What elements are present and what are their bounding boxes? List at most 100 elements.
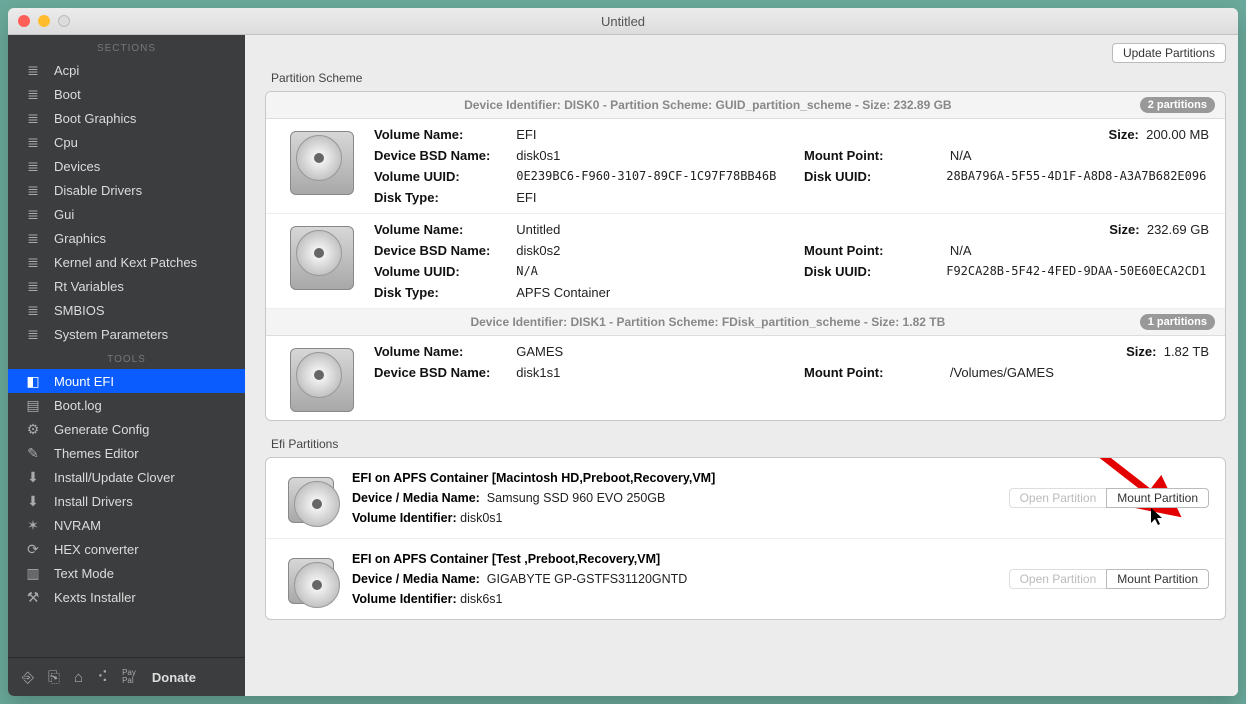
sidebar-item-nvram[interactable]: ✶NVRAM bbox=[8, 513, 245, 537]
sidebar-item-label: Boot Graphics bbox=[54, 111, 136, 126]
sidebar-item-label: Disable Drivers bbox=[54, 183, 142, 198]
sidebar-item-generate-config[interactable]: ⚙ Generate Config bbox=[8, 417, 245, 441]
list-icon: ⚙ bbox=[24, 421, 42, 438]
volume-row: Volume Name: Untitled Size: 232.69 GB De… bbox=[266, 214, 1225, 309]
sidebar-header-tools: TOOLS bbox=[8, 346, 245, 369]
sidebar-item-devices[interactable]: ≣Devices bbox=[8, 154, 245, 178]
sidebar-item-rt-variables[interactable]: ≣ Rt Variables bbox=[8, 274, 245, 298]
sidebar-item-gui[interactable]: ≣ Gui bbox=[8, 202, 245, 226]
sidebar-item-graphics[interactable]: ≣ Graphics bbox=[8, 226, 245, 250]
sidebar-item-label: Rt Variables bbox=[54, 279, 124, 294]
disk-header: Device Identifier: DISK0 - Partition Sch… bbox=[266, 92, 1225, 119]
open-partition-button[interactable]: Open Partition bbox=[1009, 488, 1107, 508]
hard-drive-icon bbox=[290, 348, 354, 412]
window-title: Untitled bbox=[8, 14, 1238, 29]
mount-partition-button[interactable]: Mount Partition bbox=[1106, 569, 1209, 589]
list-icon: ✎ bbox=[24, 445, 42, 462]
sidebar-item-label: Cpu bbox=[54, 135, 78, 150]
sidebar-footer: ⎆ ⎘ ⌂ ⠪ PayPal Donate bbox=[8, 657, 245, 696]
sidebar-item-label: Text Mode bbox=[54, 566, 114, 581]
sidebar-item-label: HEX converter bbox=[54, 542, 139, 557]
save-icon[interactable]: ⎘ bbox=[48, 669, 60, 686]
list-icon: ≣ bbox=[24, 230, 42, 247]
sidebar-item-kernel-and-kext-patches[interactable]: ≣ Kernel and Kext Patches bbox=[8, 250, 245, 274]
sidebar-item-install-drivers[interactable]: ⬇ Install Drivers bbox=[8, 489, 245, 513]
list-icon: ≣ bbox=[24, 62, 42, 79]
volume-row: Volume Name: GAMES Size: 1.82 TB Device … bbox=[266, 336, 1225, 420]
volume-row: Volume Name: EFI Size: 200.00 MB Device … bbox=[266, 119, 1225, 214]
partition-scheme-panel: Device Identifier: DISK0 - Partition Sch… bbox=[265, 91, 1226, 421]
logout-icon[interactable]: ⎆ bbox=[22, 669, 34, 686]
sidebar-item-label: Themes Editor bbox=[54, 446, 139, 461]
disk-header-text: Device Identifier: DISK1 - Partition Sch… bbox=[276, 315, 1140, 329]
donate-link[interactable]: Donate bbox=[152, 670, 196, 685]
sidebar-item-boot-log[interactable]: ▤ Boot.log bbox=[8, 393, 245, 417]
sidebar-item-label: Generate Config bbox=[54, 422, 149, 437]
list-icon: ◧ bbox=[24, 373, 42, 390]
disk-header: Device Identifier: DISK1 - Partition Sch… bbox=[266, 309, 1225, 336]
hard-drive-icon bbox=[290, 131, 354, 195]
sidebar-item-boot-graphics[interactable]: ≣ Boot Graphics bbox=[8, 106, 245, 130]
list-icon: ≣ bbox=[24, 182, 42, 199]
list-icon: ⬇ bbox=[24, 469, 42, 486]
efi-info: EFI on APFS Container [Macintosh HD,Preb… bbox=[352, 468, 991, 528]
hard-drive-icon bbox=[288, 477, 334, 523]
app-window: Untitled SECTIONS ≣Acpi≣Boot≣Boot Graphi… bbox=[8, 8, 1238, 696]
list-icon: ≣ bbox=[24, 86, 42, 103]
titlebar[interactable]: Untitled bbox=[8, 8, 1238, 35]
sidebar-item-kexts-installer[interactable]: ⚒Kexts Installer bbox=[8, 585, 245, 609]
sidebar-item-cpu[interactable]: ≣ Cpu bbox=[8, 130, 245, 154]
sidebar-item-label: Boot.log bbox=[54, 398, 102, 413]
list-icon: ▥ bbox=[24, 565, 42, 582]
sidebar-item-acpi[interactable]: ≣ Acpi bbox=[8, 58, 245, 82]
list-icon: ▤ bbox=[24, 397, 42, 414]
list-icon: ≣ bbox=[24, 302, 42, 319]
sidebar-item-disable-drivers[interactable]: ≣ Disable Drivers bbox=[8, 178, 245, 202]
sidebar-item-label: Install/Update Clover bbox=[54, 470, 175, 485]
sidebar-item-boot[interactable]: ≣ Boot bbox=[8, 82, 245, 106]
home-icon[interactable]: ⌂ bbox=[74, 669, 83, 686]
hard-drive-icon bbox=[290, 226, 354, 290]
hard-drive-icon bbox=[288, 558, 334, 604]
sidebar-item-smbios[interactable]: ≣ SMBIOS bbox=[8, 298, 245, 322]
sidebar-item-label: NVRAM bbox=[54, 518, 101, 533]
sidebar-item-hex-converter[interactable]: ⟳ HEX converter bbox=[8, 537, 245, 561]
paypal-icon[interactable]: PayPal bbox=[122, 669, 136, 685]
sidebar-item-mount-efi[interactable]: ◧ Mount EFI bbox=[8, 369, 245, 393]
efi-info: EFI on APFS Container [Test ,Preboot,Rec… bbox=[352, 549, 991, 609]
sidebar-item-install-update-clover[interactable]: ⬇ Install/Update Clover bbox=[8, 465, 245, 489]
sidebar-item-themes-editor[interactable]: ✎ Themes Editor bbox=[8, 441, 245, 465]
list-icon: ≣ bbox=[24, 278, 42, 295]
partition-scheme-title: Partition Scheme bbox=[265, 67, 1226, 91]
sidebar-item-text-mode[interactable]: ▥ Text Mode bbox=[8, 561, 245, 585]
sidebar-item-label: SMBIOS bbox=[54, 303, 105, 318]
list-icon: ≣ bbox=[24, 134, 42, 151]
sidebar-item-label: Graphics bbox=[54, 231, 106, 246]
partition-count-badge: 1 partitions bbox=[1140, 314, 1215, 330]
efi-partition-row: EFI on APFS Container [Test ,Preboot,Rec… bbox=[266, 539, 1225, 619]
sidebar-item-system-parameters[interactable]: ≣System Parameters bbox=[8, 322, 245, 346]
list-icon: ⬇ bbox=[24, 493, 42, 510]
sidebar-item-label: Boot bbox=[54, 87, 81, 102]
efi-partitions-title: Efi Partitions bbox=[265, 433, 1226, 457]
list-icon: ≣ bbox=[24, 110, 42, 127]
mouse-cursor-icon bbox=[1151, 508, 1165, 531]
sidebar-item-label: Kernel and Kext Patches bbox=[54, 255, 197, 270]
disk-header-text: Device Identifier: DISK0 - Partition Sch… bbox=[276, 98, 1140, 112]
share-icon[interactable]: ⠪ bbox=[97, 668, 108, 686]
sidebar-item-label: Acpi bbox=[54, 63, 79, 78]
list-icon: ⟳ bbox=[24, 541, 42, 558]
sidebar-item-label: Mount EFI bbox=[54, 374, 114, 389]
sidebar-item-label: Install Drivers bbox=[54, 494, 133, 509]
list-icon: ≣ bbox=[24, 158, 42, 175]
sidebar-item-label: Kexts Installer bbox=[54, 590, 136, 605]
list-icon: ≣ bbox=[24, 254, 42, 271]
efi-partitions-panel: EFI on APFS Container [Macintosh HD,Preb… bbox=[265, 457, 1226, 620]
open-partition-button[interactable]: Open Partition bbox=[1009, 569, 1107, 589]
sidebar-item-label: Gui bbox=[54, 207, 74, 222]
list-icon: ≣ bbox=[24, 206, 42, 223]
update-partitions-button[interactable]: Update Partitions bbox=[1112, 43, 1226, 63]
main-content: Update Partitions Partition Scheme Devic… bbox=[245, 35, 1238, 696]
sidebar-item-label: System Parameters bbox=[54, 327, 168, 342]
mount-partition-button[interactable]: Mount Partition bbox=[1106, 488, 1209, 508]
